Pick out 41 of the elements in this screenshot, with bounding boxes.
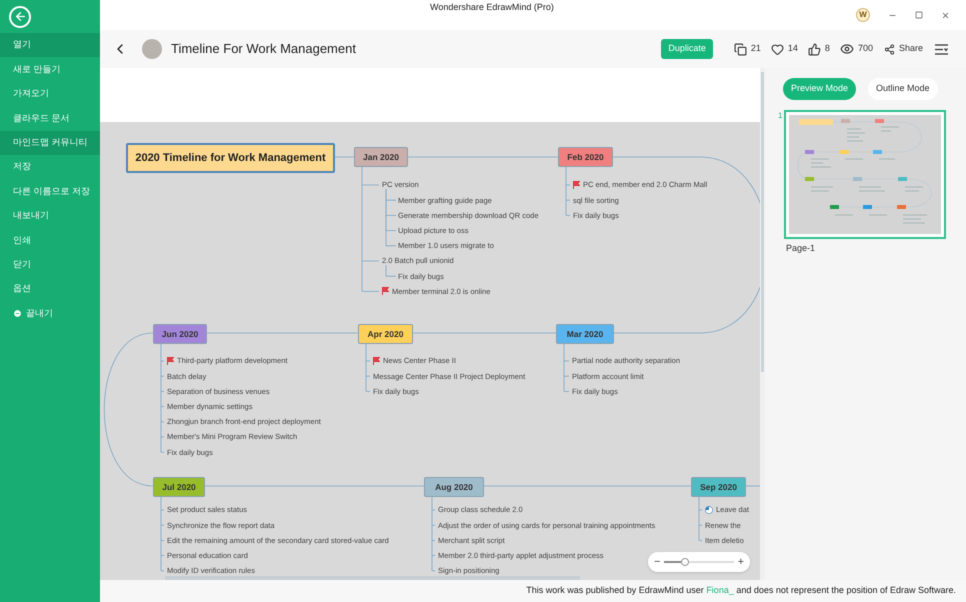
- zoom-out-button[interactable]: −: [654, 556, 660, 568]
- avatar: [142, 39, 162, 59]
- sidebar-item[interactable]: 열기: [0, 33, 100, 58]
- root-topic[interactable]: 2020 Timeline for Work Management: [126, 143, 335, 173]
- month-topic[interactable]: Jan 2020: [354, 147, 408, 167]
- eye-icon[interactable]: [840, 42, 854, 56]
- zoom-in-button[interactable]: +: [738, 556, 744, 568]
- mode-tab[interactable]: Outline Mode: [868, 78, 938, 100]
- account-avatar[interactable]: W: [856, 8, 870, 22]
- connector-line: [386, 264, 396, 277]
- back-icon: [14, 10, 26, 23]
- footer-notice: This work was published by EdrawMind user Fiona_ and does not represent the position of Edraw Software.: [526, 584, 956, 598]
- zoom-slider-thumb[interactable]: [681, 558, 690, 566]
- month-topic[interactable]: Apr 2020: [358, 324, 413, 344]
- page-number: 1: [778, 110, 782, 122]
- exit-icon: [13, 308, 22, 318]
- back-button[interactable]: [9, 6, 31, 28]
- heart-icon[interactable]: [770, 42, 784, 56]
- share-icon: [884, 44, 895, 54]
- vertical-scrollbar[interactable]: [760, 68, 765, 580]
- close-icon[interactable]: [941, 10, 950, 20]
- connector-line: [334, 156, 354, 158]
- month-topic[interactable]: Feb 2020: [558, 147, 613, 167]
- month-topic[interactable]: Mar 2020: [556, 324, 614, 344]
- copy-count: 21: [750, 42, 761, 56]
- thumbs-up-icon[interactable]: [808, 42, 821, 56]
- like-count: 14: [788, 42, 798, 56]
- thumbs-up-count: 8: [824, 42, 830, 56]
- copy-icon[interactable]: [734, 42, 747, 56]
- month-topic[interactable]: Jul 2020: [153, 477, 205, 497]
- share-button[interactable]: Share: [884, 42, 923, 56]
- window-title: Wondershare EdrawMind (Pro): [430, 1, 554, 14]
- view-count: 700: [858, 42, 873, 56]
- month-topic[interactable]: Jun 2020: [153, 324, 207, 344]
- sidebar-item[interactable]: 마인드맵 커뮤니티: [0, 130, 100, 155]
- maximize-icon[interactable]: [915, 11, 923, 19]
- menu-icon[interactable]: [935, 44, 948, 54]
- month-topic[interactable]: Aug 2020: [424, 477, 484, 497]
- document-title: Timeline For Work Management: [171, 40, 356, 58]
- month-topic[interactable]: Sep 2020: [691, 477, 746, 497]
- page-label: Page-1: [786, 242, 816, 255]
